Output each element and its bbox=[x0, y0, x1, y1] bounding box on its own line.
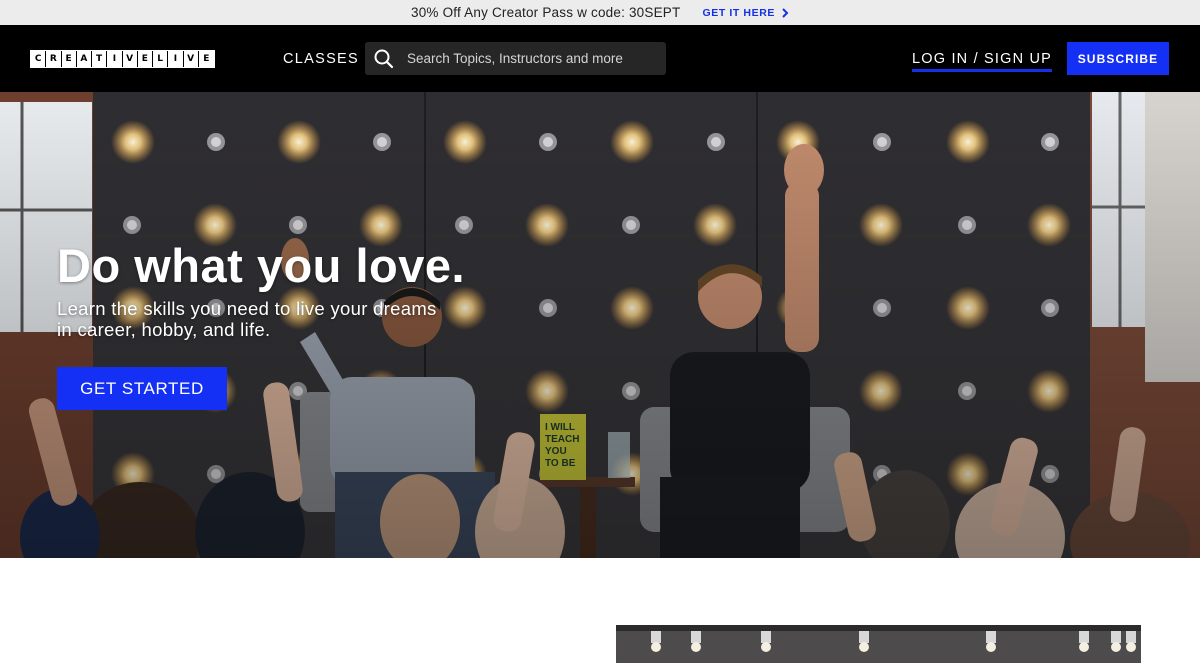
login-signup-link[interactable]: LOG IN / SIGN UP bbox=[912, 51, 1053, 72]
track-light-glow bbox=[761, 642, 771, 652]
track-light bbox=[651, 631, 661, 643]
logo-letter: V bbox=[183, 51, 199, 67]
logo-letter: L bbox=[153, 51, 169, 67]
track-light-glow bbox=[1126, 642, 1136, 652]
logo-letter: T bbox=[92, 51, 108, 67]
content-section bbox=[0, 558, 1200, 663]
logo-letter: E bbox=[61, 51, 77, 67]
nav-classes-link[interactable]: CLASSES bbox=[283, 51, 359, 67]
logo-letter: E bbox=[137, 51, 153, 67]
promo-text: 30% Off Any Creator Pass w code: 30SEPT bbox=[411, 5, 681, 20]
promo-link-label: GET IT HERE bbox=[702, 6, 775, 19]
track-light bbox=[1111, 631, 1121, 643]
track-light bbox=[691, 631, 701, 643]
chevron-right-icon bbox=[782, 7, 789, 18]
track-light bbox=[1079, 631, 1089, 643]
search-input[interactable] bbox=[407, 51, 657, 66]
hero-subtitle: Learn the skills you need to live your d… bbox=[57, 298, 437, 340]
get-started-button[interactable]: GET STARTED bbox=[57, 367, 227, 410]
logo-letter: I bbox=[168, 51, 184, 67]
site-header: CREATIVELIVE CLASSES LOG IN / SIGN UP SU… bbox=[0, 25, 1200, 92]
track-light bbox=[1126, 631, 1136, 643]
preview-image bbox=[616, 625, 1141, 663]
promo-link[interactable]: GET IT HERE bbox=[702, 7, 789, 19]
promo-bar: 30% Off Any Creator Pass w code: 30SEPT … bbox=[0, 0, 1200, 25]
subscribe-button[interactable]: SUBSCRIBE bbox=[1067, 42, 1169, 75]
track-light-glow bbox=[651, 642, 661, 652]
track-light-glow bbox=[691, 642, 701, 652]
logo-letter: E bbox=[198, 51, 214, 67]
logo-letter: I bbox=[107, 51, 123, 67]
logo-letter: A bbox=[76, 51, 92, 67]
logo-letter: C bbox=[31, 51, 47, 67]
logo-letter: R bbox=[46, 51, 62, 67]
hero-title: Do what you love. bbox=[57, 239, 466, 292]
track-light bbox=[859, 631, 869, 643]
track-light bbox=[761, 631, 771, 643]
track-light-glow bbox=[986, 642, 996, 652]
search-icon bbox=[374, 49, 394, 68]
creativelive-logo[interactable]: CREATIVELIVE bbox=[30, 50, 215, 68]
track-light-glow bbox=[1111, 642, 1121, 652]
track-light bbox=[986, 631, 996, 643]
hero-banner: I WILL TEACH YOU TO BE bbox=[0, 92, 1200, 558]
logo-letter: V bbox=[122, 51, 138, 67]
track-light-glow bbox=[1079, 642, 1089, 652]
search-bar[interactable] bbox=[365, 42, 666, 75]
track-light-glow bbox=[859, 642, 869, 652]
